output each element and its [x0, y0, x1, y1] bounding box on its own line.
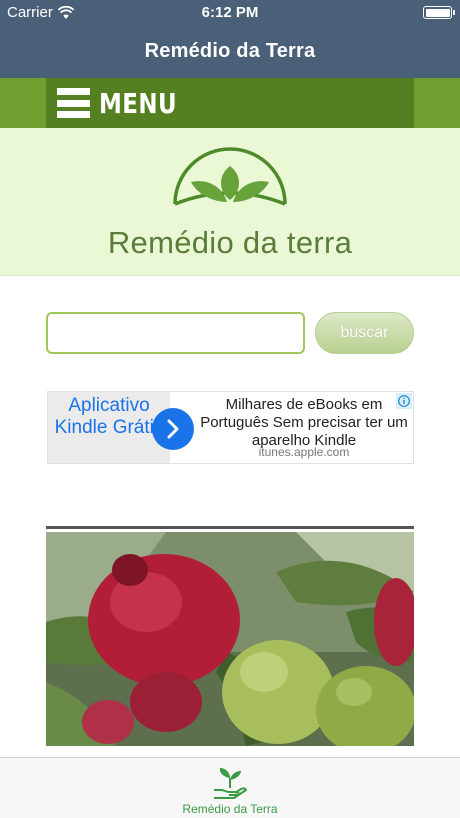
ad-url: itunes.apple.com	[258, 445, 350, 459]
navigation-bar: Carrier 6:12 PM Remédio da Terra	[0, 0, 460, 78]
tab-label: Remédio da Terra	[182, 802, 278, 816]
logo-banner: Remédio da terra	[0, 128, 460, 276]
article-image[interactable]	[46, 532, 414, 746]
status-bar: Carrier 6:12 PM	[0, 0, 460, 26]
guava-fruit-image	[46, 532, 414, 746]
logo-text: Remédio da terra	[107, 225, 353, 260]
search-input[interactable]	[46, 312, 305, 354]
app-screen: Carrier 6:12 PM Remédio da Terra MENU Re…	[0, 0, 460, 818]
hamburger-icon	[57, 88, 90, 118]
chevron-right-icon[interactable]	[152, 408, 194, 450]
ad-banner[interactable]: Aplicativo Kindle Grátis Milhares de eBo…	[47, 391, 414, 464]
logo-icon	[173, 147, 287, 206]
menu-button[interactable]: MENU	[46, 78, 414, 128]
content-divider	[46, 526, 414, 529]
search-button[interactable]: buscar	[315, 312, 414, 354]
menu-strip: MENU	[0, 78, 460, 128]
tab-bar: Remédio da Terra	[0, 757, 460, 818]
page-title: Remédio da Terra	[144, 40, 316, 62]
battery-icon	[423, 6, 455, 19]
menu-label: MENU	[99, 86, 178, 120]
plant-icon	[214, 768, 247, 799]
ad-headline: Milhares de eBooks em Português Sem prec…	[200, 396, 408, 449]
info-icon[interactable]	[396, 393, 412, 409]
clock: 6:12 PM	[201, 4, 259, 21]
